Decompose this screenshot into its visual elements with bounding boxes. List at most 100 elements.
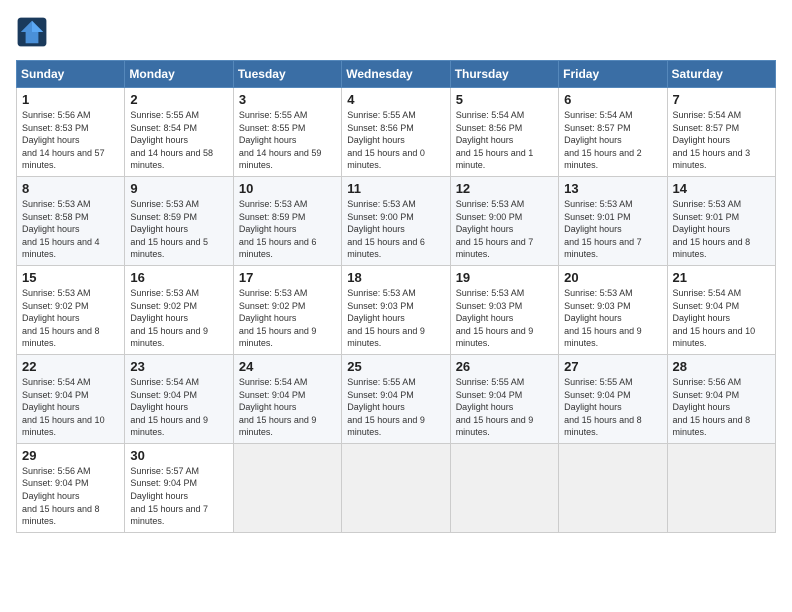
calendar-cell: 23 Sunrise: 5:54 AM Sunset: 9:04 PM Dayl… — [125, 354, 233, 443]
day-info: Sunrise: 5:53 AM Sunset: 8:58 PM Dayligh… — [22, 198, 119, 261]
day-info: Sunrise: 5:53 AM Sunset: 9:03 PM Dayligh… — [456, 287, 553, 350]
day-info: Sunrise: 5:56 AM Sunset: 8:53 PM Dayligh… — [22, 109, 119, 172]
calendar-cell: 1 Sunrise: 5:56 AM Sunset: 8:53 PM Dayli… — [17, 88, 125, 177]
calendar-cell: 15 Sunrise: 5:53 AM Sunset: 9:02 PM Dayl… — [17, 265, 125, 354]
day-info: Sunrise: 5:55 AM Sunset: 9:04 PM Dayligh… — [564, 376, 661, 439]
calendar-cell: 10 Sunrise: 5:53 AM Sunset: 8:59 PM Dayl… — [233, 176, 341, 265]
calendar-cell: 4 Sunrise: 5:55 AM Sunset: 8:56 PM Dayli… — [342, 88, 450, 177]
page-header — [16, 16, 776, 48]
calendar-cell — [342, 443, 450, 532]
calendar-cell — [667, 443, 775, 532]
calendar-cell: 25 Sunrise: 5:55 AM Sunset: 9:04 PM Dayl… — [342, 354, 450, 443]
calendar-week-4: 22 Sunrise: 5:54 AM Sunset: 9:04 PM Dayl… — [17, 354, 776, 443]
calendar-cell — [559, 443, 667, 532]
day-number: 10 — [239, 181, 336, 196]
calendar-cell: 19 Sunrise: 5:53 AM Sunset: 9:03 PM Dayl… — [450, 265, 558, 354]
calendar-cell: 7 Sunrise: 5:54 AM Sunset: 8:57 PM Dayli… — [667, 88, 775, 177]
day-info: Sunrise: 5:53 AM Sunset: 9:03 PM Dayligh… — [347, 287, 444, 350]
day-info: Sunrise: 5:53 AM Sunset: 8:59 PM Dayligh… — [239, 198, 336, 261]
weekday-header-saturday: Saturday — [667, 61, 775, 88]
calendar-cell: 18 Sunrise: 5:53 AM Sunset: 9:03 PM Dayl… — [342, 265, 450, 354]
calendar-cell: 17 Sunrise: 5:53 AM Sunset: 9:02 PM Dayl… — [233, 265, 341, 354]
day-number: 13 — [564, 181, 661, 196]
calendar-cell: 3 Sunrise: 5:55 AM Sunset: 8:55 PM Dayli… — [233, 88, 341, 177]
day-number: 20 — [564, 270, 661, 285]
day-info: Sunrise: 5:54 AM Sunset: 8:57 PM Dayligh… — [564, 109, 661, 172]
day-number: 27 — [564, 359, 661, 374]
calendar-table: SundayMondayTuesdayWednesdayThursdayFrid… — [16, 60, 776, 533]
calendar-cell: 14 Sunrise: 5:53 AM Sunset: 9:01 PM Dayl… — [667, 176, 775, 265]
day-info: Sunrise: 5:53 AM Sunset: 9:00 PM Dayligh… — [456, 198, 553, 261]
day-info: Sunrise: 5:55 AM Sunset: 8:55 PM Dayligh… — [239, 109, 336, 172]
day-number: 9 — [130, 181, 227, 196]
day-number: 3 — [239, 92, 336, 107]
calendar-cell: 29 Sunrise: 5:56 AM Sunset: 9:04 PM Dayl… — [17, 443, 125, 532]
weekday-header-thursday: Thursday — [450, 61, 558, 88]
day-info: Sunrise: 5:54 AM Sunset: 8:57 PM Dayligh… — [673, 109, 770, 172]
calendar-cell: 12 Sunrise: 5:53 AM Sunset: 9:00 PM Dayl… — [450, 176, 558, 265]
calendar-cell: 5 Sunrise: 5:54 AM Sunset: 8:56 PM Dayli… — [450, 88, 558, 177]
day-info: Sunrise: 5:53 AM Sunset: 9:01 PM Dayligh… — [673, 198, 770, 261]
day-info: Sunrise: 5:57 AM Sunset: 9:04 PM Dayligh… — [130, 465, 227, 528]
day-info: Sunrise: 5:54 AM Sunset: 9:04 PM Dayligh… — [22, 376, 119, 439]
day-info: Sunrise: 5:53 AM Sunset: 9:02 PM Dayligh… — [130, 287, 227, 350]
day-info: Sunrise: 5:55 AM Sunset: 8:56 PM Dayligh… — [347, 109, 444, 172]
day-info: Sunrise: 5:56 AM Sunset: 9:04 PM Dayligh… — [22, 465, 119, 528]
day-number: 5 — [456, 92, 553, 107]
calendar-week-2: 8 Sunrise: 5:53 AM Sunset: 8:58 PM Dayli… — [17, 176, 776, 265]
calendar-cell — [450, 443, 558, 532]
calendar-cell: 26 Sunrise: 5:55 AM Sunset: 9:04 PM Dayl… — [450, 354, 558, 443]
calendar-cell: 8 Sunrise: 5:53 AM Sunset: 8:58 PM Dayli… — [17, 176, 125, 265]
calendar-week-1: 1 Sunrise: 5:56 AM Sunset: 8:53 PM Dayli… — [17, 88, 776, 177]
calendar-cell: 16 Sunrise: 5:53 AM Sunset: 9:02 PM Dayl… — [125, 265, 233, 354]
day-number: 28 — [673, 359, 770, 374]
day-info: Sunrise: 5:54 AM Sunset: 8:56 PM Dayligh… — [456, 109, 553, 172]
day-info: Sunrise: 5:53 AM Sunset: 8:59 PM Dayligh… — [130, 198, 227, 261]
calendar-cell — [233, 443, 341, 532]
day-number: 19 — [456, 270, 553, 285]
weekday-header-monday: Monday — [125, 61, 233, 88]
day-number: 11 — [347, 181, 444, 196]
day-number: 29 — [22, 448, 119, 463]
weekday-header-sunday: Sunday — [17, 61, 125, 88]
logo — [16, 16, 52, 48]
day-number: 15 — [22, 270, 119, 285]
calendar-cell: 2 Sunrise: 5:55 AM Sunset: 8:54 PM Dayli… — [125, 88, 233, 177]
calendar-cell: 21 Sunrise: 5:54 AM Sunset: 9:04 PM Dayl… — [667, 265, 775, 354]
day-number: 1 — [22, 92, 119, 107]
day-number: 22 — [22, 359, 119, 374]
logo-icon — [16, 16, 48, 48]
calendar-cell: 6 Sunrise: 5:54 AM Sunset: 8:57 PM Dayli… — [559, 88, 667, 177]
calendar-cell: 30 Sunrise: 5:57 AM Sunset: 9:04 PM Dayl… — [125, 443, 233, 532]
day-info: Sunrise: 5:53 AM Sunset: 9:02 PM Dayligh… — [239, 287, 336, 350]
day-info: Sunrise: 5:56 AM Sunset: 9:04 PM Dayligh… — [673, 376, 770, 439]
calendar-week-3: 15 Sunrise: 5:53 AM Sunset: 9:02 PM Dayl… — [17, 265, 776, 354]
weekday-header-wednesday: Wednesday — [342, 61, 450, 88]
day-number: 14 — [673, 181, 770, 196]
day-number: 26 — [456, 359, 553, 374]
calendar-cell: 22 Sunrise: 5:54 AM Sunset: 9:04 PM Dayl… — [17, 354, 125, 443]
day-info: Sunrise: 5:54 AM Sunset: 9:04 PM Dayligh… — [239, 376, 336, 439]
day-number: 18 — [347, 270, 444, 285]
day-number: 12 — [456, 181, 553, 196]
calendar-cell: 28 Sunrise: 5:56 AM Sunset: 9:04 PM Dayl… — [667, 354, 775, 443]
day-info: Sunrise: 5:54 AM Sunset: 9:04 PM Dayligh… — [673, 287, 770, 350]
day-number: 4 — [347, 92, 444, 107]
day-number: 6 — [564, 92, 661, 107]
day-number: 16 — [130, 270, 227, 285]
day-info: Sunrise: 5:53 AM Sunset: 9:03 PM Dayligh… — [564, 287, 661, 350]
day-info: Sunrise: 5:55 AM Sunset: 9:04 PM Dayligh… — [456, 376, 553, 439]
calendar-cell: 27 Sunrise: 5:55 AM Sunset: 9:04 PM Dayl… — [559, 354, 667, 443]
day-info: Sunrise: 5:55 AM Sunset: 9:04 PM Dayligh… — [347, 376, 444, 439]
day-number: 24 — [239, 359, 336, 374]
weekday-header-friday: Friday — [559, 61, 667, 88]
day-number: 23 — [130, 359, 227, 374]
calendar-cell: 9 Sunrise: 5:53 AM Sunset: 8:59 PM Dayli… — [125, 176, 233, 265]
day-number: 30 — [130, 448, 227, 463]
calendar-cell: 11 Sunrise: 5:53 AM Sunset: 9:00 PM Dayl… — [342, 176, 450, 265]
weekday-header-tuesday: Tuesday — [233, 61, 341, 88]
day-number: 2 — [130, 92, 227, 107]
day-info: Sunrise: 5:54 AM Sunset: 9:04 PM Dayligh… — [130, 376, 227, 439]
calendar-cell: 13 Sunrise: 5:53 AM Sunset: 9:01 PM Dayl… — [559, 176, 667, 265]
day-number: 8 — [22, 181, 119, 196]
